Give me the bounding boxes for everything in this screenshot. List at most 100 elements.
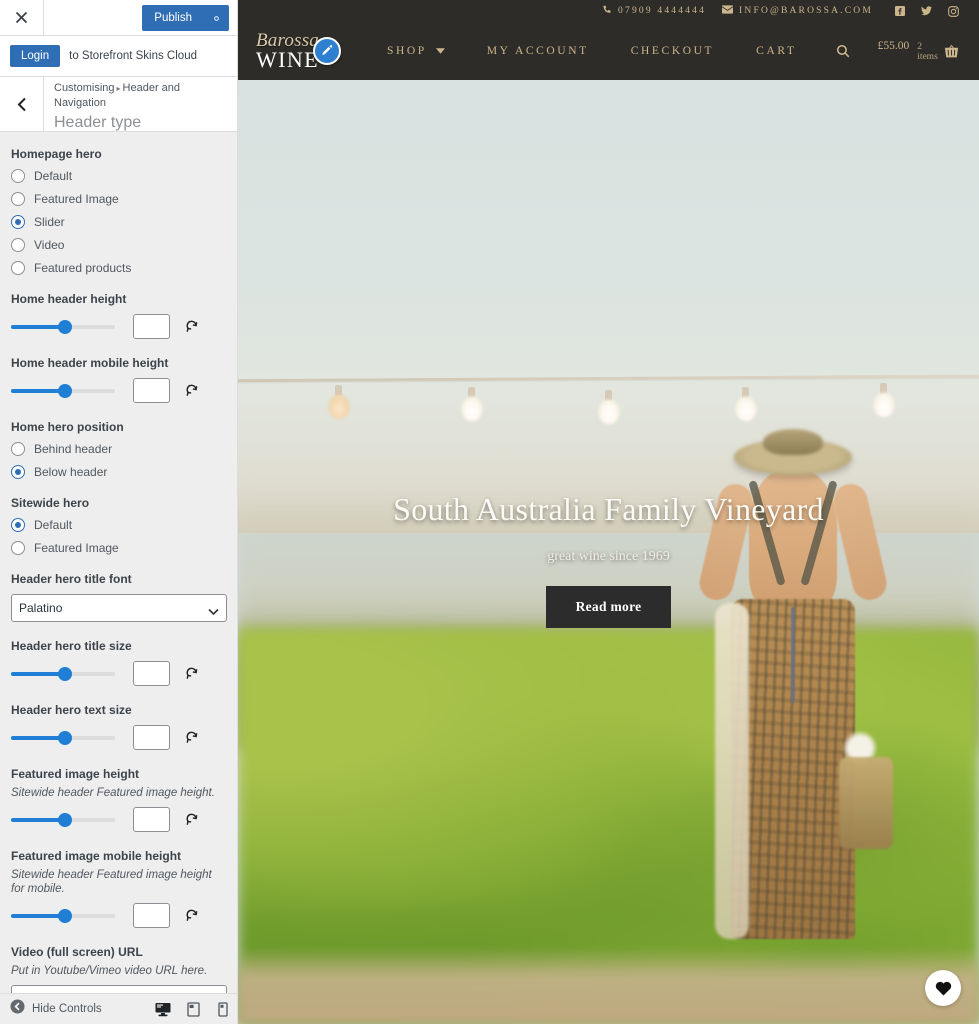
device-preview-switcher [155,1001,231,1017]
radio-homepage-hero-slider[interactable]: Slider [11,215,226,229]
cart-item-count: 2 items [917,42,938,62]
control-description: Put in Youtube/Vimeo video URL here. [11,965,208,977]
pencil-edit-icon[interactable] [313,37,341,65]
header-hero-title-size-slider[interactable] [11,666,115,681]
control-label: Header hero title font [11,572,132,586]
nav-item-shop[interactable]: SHOP [366,45,466,57]
radio-hero-position-below-header[interactable]: Below header [11,465,226,479]
nav-label: SHOP [387,45,427,57]
section-header: Customising ▸ Header and Navigation Header… [0,77,237,132]
reset-icon[interactable] [184,730,200,746]
gear-icon[interactable] [203,5,229,31]
control-video-url: Video (full screen) URL Put in Youtube/V… [11,944,227,993]
reset-icon[interactable] [184,908,200,924]
radio-homepage-hero-featured-products[interactable]: Featured products [11,261,226,275]
radio-sitewide-hero-featured-image[interactable]: Featured Image [11,541,226,555]
basket-icon[interactable] [944,44,959,59]
close-icon[interactable] [0,0,44,35]
radio-label: Behind header [34,442,113,456]
phone-contact[interactable]: 07909 4444444 [602,5,706,18]
radio-homepage-hero-default[interactable]: Default [11,169,226,183]
nav-item-checkout[interactable]: CHECKOUT [610,45,735,57]
featured-image-mobile-height-slider[interactable] [11,908,115,923]
control-label: Home hero position [11,420,124,434]
chevron-left-icon[interactable] [0,77,44,131]
publish-button[interactable]: Publish [142,5,203,31]
slider-handle[interactable] [58,812,73,827]
slider-fill [11,817,66,822]
slider-handle[interactable] [58,666,73,681]
nav-item-my-account[interactable]: MY ACCOUNT [466,45,610,57]
featured-image-height-input[interactable] [133,807,170,832]
tablet-icon[interactable] [185,1001,201,1017]
hero-content: South Australia Family Vineyard great wi… [238,490,979,628]
radio-indicator [11,238,25,252]
facebook-icon[interactable] [895,6,905,16]
featured-image-height-slider[interactable] [11,812,115,827]
publish-group: Publish [142,5,229,31]
nav-label: MY ACCOUNT [486,45,589,57]
control-description: Sitewide header Featured image height fo… [11,869,212,895]
hero-slider: South Australia Family Vineyard great wi… [238,80,979,1024]
header-hero-text-size-slider[interactable] [11,730,115,745]
header-hero-title-font-select[interactable]: Palatino [11,594,227,622]
mobile-icon[interactable] [215,1001,231,1017]
slider-handle[interactable] [58,383,73,398]
radio-homepage-hero-video[interactable]: Video [11,238,226,252]
radio-label: Video [34,238,65,252]
envelope-icon [722,5,734,17]
control-label: Featured image mobile height [11,849,182,863]
select-wrapper: Palatino [11,594,227,622]
slider-handle[interactable] [58,319,73,334]
home-header-mobile-height-input[interactable] [133,378,170,403]
radio-indicator [11,261,25,275]
customizer-topbar: Publish [0,0,237,36]
header-hero-title-size-input[interactable] [133,661,170,686]
twitter-icon[interactable] [921,6,932,16]
slider-handle[interactable] [58,730,73,745]
radio-indicator [11,215,25,229]
nav-item-cart[interactable]: CART [735,45,817,57]
reset-icon[interactable] [184,383,200,399]
cart-amount: £55.00 [877,40,910,52]
radio-label: Default [34,518,73,532]
control-label: Home header mobile height [11,356,169,370]
featured-image-mobile-height-input[interactable] [133,903,170,928]
login-bar-text: to Storefront Skins Cloud [69,50,197,62]
video-url-input[interactable] [11,985,227,993]
site-logo[interactable]: Barossa WINE [256,31,348,71]
customizer-controls-panel: Homepage hero Default Featured Image Sli… [0,132,237,993]
light-bulb [598,390,620,424]
control-header-hero-title-font: Header hero title font Palatino [11,571,227,622]
slider-fill [11,671,66,676]
slider-fill [11,324,66,329]
slider-handle[interactable] [58,908,73,923]
heart-icon[interactable] [925,970,961,1006]
home-header-height-slider[interactable] [11,319,115,334]
search-icon[interactable] [818,44,864,58]
hero-title: South Australia Family Vineyard [393,491,824,527]
radio-sitewide-hero-default[interactable]: Default [11,518,226,532]
header-hero-text-size-input[interactable] [133,725,170,750]
control-homepage-hero: Homepage hero Default Featured Image Sli… [11,146,226,275]
reset-icon[interactable] [184,812,200,828]
read-more-button[interactable]: Read more [545,586,672,628]
customizer-sidebar: Publish Login to Storefront Skins Cloud [0,0,238,1024]
radio-homepage-hero-featured-image[interactable]: Featured Image [11,192,226,206]
reset-icon[interactable] [184,666,200,682]
chevron-down-icon [435,45,445,57]
email-contact[interactable]: INFO@BAROSSA.COM [722,5,873,17]
breadcrumb-root[interactable]: Customising [54,82,115,94]
home-header-height-input[interactable] [133,314,170,339]
login-button[interactable]: Login [10,45,61,67]
reset-icon[interactable] [184,319,200,335]
home-header-mobile-height-slider[interactable] [11,383,115,398]
hide-controls-button[interactable]: Hide Controls [10,999,102,1019]
radio-hero-position-behind-header[interactable]: Behind header [11,442,226,456]
instagram-icon[interactable] [948,5,959,17]
desktop-icon[interactable] [155,1001,171,1017]
control-description: Sitewide header Featured image height. [11,787,215,799]
customizer-footer: Hide Controls [0,993,237,1024]
cart-summary[interactable]: £55.00 2 items [878,40,944,62]
slider-fill [11,735,66,740]
